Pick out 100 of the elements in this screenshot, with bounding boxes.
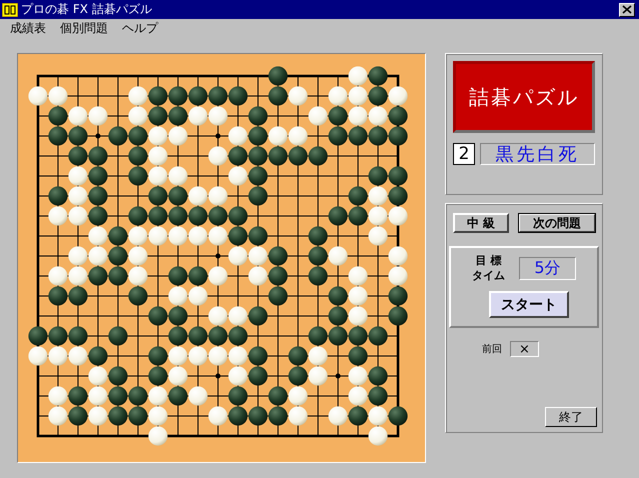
go-stone[interactable]	[28, 326, 48, 346]
go-stone[interactable]	[248, 406, 268, 426]
go-stone[interactable]	[368, 166, 388, 186]
go-stone[interactable]	[68, 386, 88, 406]
go-stone[interactable]	[388, 106, 408, 126]
go-stone[interactable]	[248, 186, 268, 206]
quit-button[interactable]: 終了	[545, 407, 597, 427]
go-stone[interactable]	[388, 306, 408, 326]
go-stone[interactable]	[228, 406, 248, 426]
go-stone[interactable]	[68, 286, 88, 306]
go-stone[interactable]	[328, 326, 348, 346]
go-stone[interactable]	[328, 206, 348, 226]
go-stone[interactable]	[88, 166, 108, 186]
go-stone[interactable]	[388, 186, 408, 206]
go-stone[interactable]	[168, 306, 188, 326]
go-stone[interactable]	[128, 286, 148, 306]
go-stone[interactable]	[328, 126, 348, 146]
go-stone[interactable]	[308, 246, 328, 266]
go-stone[interactable]	[128, 166, 148, 186]
go-stone[interactable]	[168, 206, 188, 226]
go-stone[interactable]	[148, 306, 168, 326]
go-stone[interactable]	[248, 306, 268, 326]
go-stone[interactable]	[128, 386, 148, 406]
go-stone[interactable]	[308, 266, 328, 286]
go-stone[interactable]	[288, 146, 308, 166]
go-stone[interactable]	[48, 326, 68, 346]
go-stone[interactable]	[388, 406, 408, 426]
go-stone[interactable]	[368, 366, 388, 386]
menu-item[interactable]: 成績表	[10, 20, 46, 36]
level-button[interactable]: 中 級	[453, 213, 509, 233]
go-stone[interactable]	[288, 346, 308, 366]
go-stone[interactable]	[388, 166, 408, 186]
go-stone[interactable]	[308, 146, 328, 166]
go-stone[interactable]	[248, 166, 268, 186]
go-stone[interactable]	[108, 226, 128, 246]
go-stone[interactable]	[148, 206, 168, 226]
go-stone[interactable]	[368, 86, 388, 106]
go-stone[interactable]	[168, 106, 188, 126]
go-stone[interactable]	[348, 126, 368, 146]
go-stone[interactable]	[248, 346, 268, 366]
go-stone[interactable]	[388, 286, 408, 306]
go-stone[interactable]	[348, 186, 368, 206]
go-stone[interactable]	[368, 126, 388, 146]
go-stone[interactable]	[328, 106, 348, 126]
go-stone[interactable]	[268, 406, 288, 426]
go-stone[interactable]	[88, 146, 108, 166]
go-stone[interactable]	[168, 266, 188, 286]
go-stone[interactable]	[308, 326, 328, 346]
go-stone[interactable]	[388, 126, 408, 146]
go-stone[interactable]	[268, 86, 288, 106]
go-stone[interactable]	[268, 266, 288, 286]
go-stone[interactable]	[308, 226, 328, 246]
go-stone[interactable]	[168, 86, 188, 106]
go-stone[interactable]	[88, 266, 108, 286]
go-stone[interactable]	[88, 186, 108, 206]
go-stone[interactable]	[148, 86, 168, 106]
go-stone[interactable]	[368, 386, 388, 406]
go-stone[interactable]	[68, 406, 88, 426]
go-stone[interactable]	[108, 126, 128, 146]
go-stone[interactable]	[248, 126, 268, 146]
go-stone[interactable]	[148, 106, 168, 126]
go-stone[interactable]	[128, 406, 148, 426]
go-stone[interactable]	[208, 86, 228, 106]
go-stone[interactable]	[128, 146, 148, 166]
menu-item[interactable]: 個別問題	[60, 20, 108, 36]
go-stone[interactable]	[368, 326, 388, 346]
go-stone[interactable]	[168, 386, 188, 406]
go-stone[interactable]	[288, 366, 308, 386]
go-stone[interactable]	[128, 126, 148, 146]
go-stone[interactable]	[48, 186, 68, 206]
go-stone[interactable]	[348, 206, 368, 226]
go-stone[interactable]	[248, 146, 268, 166]
go-stone[interactable]	[368, 66, 388, 86]
go-stone[interactable]	[68, 146, 88, 166]
go-stone[interactable]	[208, 326, 228, 346]
go-stone[interactable]	[88, 346, 108, 366]
go-stone[interactable]	[108, 366, 128, 386]
go-stone[interactable]	[88, 206, 108, 226]
go-stone[interactable]	[268, 146, 288, 166]
go-stone[interactable]	[228, 386, 248, 406]
go-stone[interactable]	[48, 106, 68, 126]
start-button[interactable]: スタート	[489, 291, 569, 318]
go-stone[interactable]	[228, 86, 248, 106]
go-stone[interactable]	[328, 286, 348, 306]
go-stone[interactable]	[228, 326, 248, 346]
go-stone[interactable]	[248, 106, 268, 126]
go-stone[interactable]	[188, 326, 208, 346]
go-stone[interactable]	[348, 346, 368, 366]
close-button[interactable]	[619, 2, 635, 16]
go-stone[interactable]	[48, 126, 68, 146]
go-stone[interactable]	[348, 326, 368, 346]
go-stone[interactable]	[168, 186, 188, 206]
go-stone[interactable]	[108, 326, 128, 346]
go-stone[interactable]	[188, 266, 208, 286]
go-stone[interactable]	[148, 366, 168, 386]
go-stone[interactable]	[68, 326, 88, 346]
go-stone[interactable]	[188, 206, 208, 226]
go-stone[interactable]	[148, 346, 168, 366]
go-stone[interactable]	[108, 386, 128, 406]
go-stone[interactable]	[268, 246, 288, 266]
